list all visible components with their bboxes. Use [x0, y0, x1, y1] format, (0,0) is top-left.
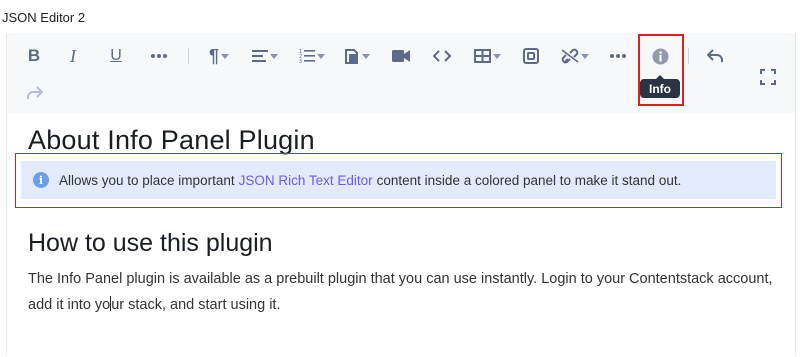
alignment-button[interactable] — [250, 44, 280, 68]
link-button[interactable] — [559, 44, 591, 68]
heading-about: About Info Panel Plugin — [28, 125, 315, 155]
json-rte-editor: B I U ¶ 123 Info About Info Panel Plugin… — [6, 33, 796, 355]
underline-icon: U — [110, 47, 122, 64]
redo-icon — [27, 86, 43, 99]
fullscreen-icon — [760, 69, 776, 85]
toolbar-separator — [188, 48, 189, 64]
info-button[interactable] — [650, 44, 670, 68]
chevron-down-icon — [317, 53, 325, 59]
paragraph-icon: ¶ — [208, 45, 219, 66]
svg-text:3: 3 — [299, 59, 302, 64]
heading-how-to-use: How to use this plugin — [28, 229, 273, 257]
paragraph-text-after-cursor: ur stack, and start using it. — [111, 297, 281, 313]
undo-icon — [707, 49, 723, 62]
toolbar-separator — [688, 48, 689, 64]
table-icon — [473, 49, 491, 63]
editor-toolbar: B I U ¶ 123 Info — [7, 33, 795, 113]
field-label: JSON Editor 2 — [2, 10, 86, 25]
paragraph-button[interactable]: ¶ — [205, 44, 233, 68]
undo-button[interactable] — [705, 44, 725, 68]
embed-icon — [523, 48, 539, 64]
info-icon — [652, 48, 668, 64]
bold-icon: B — [27, 46, 41, 65]
chevron-down-icon — [362, 53, 370, 59]
chevron-down-icon — [492, 53, 501, 59]
chevron-down-icon — [270, 53, 278, 59]
chevron-down-icon — [221, 53, 229, 59]
more-insert-button[interactable] — [608, 44, 628, 68]
underline-button[interactable]: U — [107, 44, 125, 68]
more-icon — [151, 54, 167, 58]
link-icon — [561, 48, 579, 64]
list-button[interactable]: 123 — [297, 44, 327, 68]
bold-button[interactable]: B — [25, 44, 43, 68]
fullscreen-button[interactable] — [758, 65, 778, 89]
embed-button[interactable] — [521, 44, 541, 68]
video-icon — [392, 50, 410, 62]
info-panel-text-before: Allows you to place important — [59, 172, 235, 188]
copy-button[interactable] — [341, 44, 373, 68]
table-button[interactable] — [471, 44, 503, 68]
more-formatting-button[interactable] — [149, 44, 169, 68]
align-left-icon — [252, 50, 268, 62]
ordered-list-icon: 123 — [299, 49, 315, 64]
code-icon — [433, 50, 451, 62]
italic-button[interactable]: I — [65, 44, 81, 68]
chevron-down-icon — [581, 53, 589, 59]
info-icon: i — [33, 172, 49, 188]
info-tooltip: Info — [640, 75, 680, 98]
video-button[interactable] — [391, 44, 411, 68]
info-panel-link[interactable]: JSON Rich Text Editor — [239, 173, 373, 188]
redo-button[interactable] — [25, 81, 45, 105]
copy-icon — [345, 48, 358, 64]
body-paragraph: The Info Panel plugin is available as a … — [28, 266, 788, 318]
italic-icon: I — [70, 45, 76, 66]
info-panel[interactable]: i Allows you to place important JSON Ric… — [21, 161, 776, 199]
info-panel-text-after: content inside a colored panel to make i… — [376, 172, 682, 188]
code-button[interactable] — [431, 44, 453, 68]
more-icon — [610, 54, 626, 58]
